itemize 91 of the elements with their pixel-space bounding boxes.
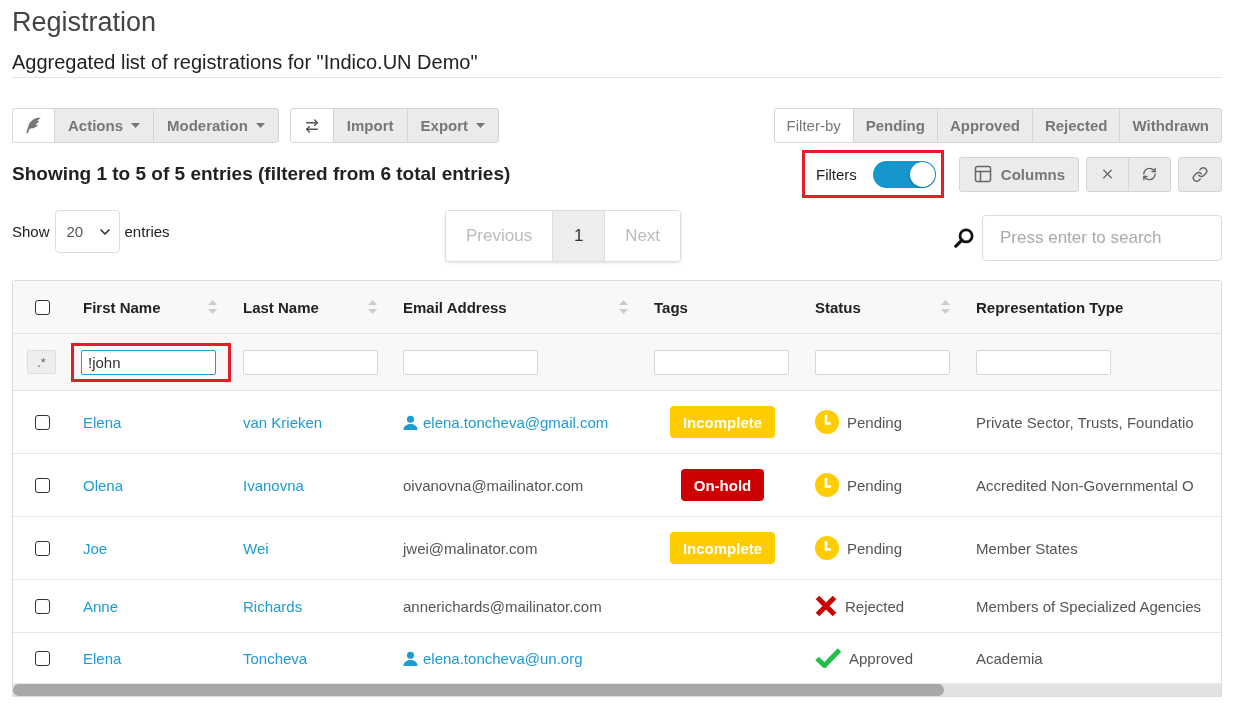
last-name-link[interactable]: Toncheva (243, 649, 308, 667)
sort-icon (368, 300, 377, 314)
feather-button[interactable] (12, 108, 55, 143)
filter-button[interactable]: Pending (852, 108, 938, 143)
column-header[interactable]: Email Address (391, 298, 642, 316)
table-cell: Private Sector, Trusts, Foundatio (976, 413, 1194, 431)
menu-button[interactable]: Moderation (153, 108, 279, 143)
checkbox[interactable] (34, 540, 50, 556)
filters-toggle[interactable] (872, 160, 936, 188)
filter-button[interactable]: Rejected (1031, 108, 1121, 143)
sort-icon (941, 300, 950, 314)
status-text: Pending (847, 476, 903, 494)
caret-icon (476, 123, 486, 128)
status-text: Pending (847, 413, 903, 431)
check-icon (815, 648, 841, 668)
caret-icon (255, 123, 265, 128)
first-name-link[interactable]: Elena (83, 649, 122, 667)
first-name-link[interactable]: Olena (83, 476, 124, 494)
checkbox[interactable] (34, 598, 50, 614)
status-text: Rejected (845, 597, 905, 615)
sort-icon (619, 300, 628, 314)
last-name-link[interactable]: Ivanovna (243, 476, 304, 494)
page-size-select[interactable]: 20 (54, 210, 120, 253)
regex-toggle-button[interactable]: .* (27, 350, 56, 374)
scrollbar-thumb[interactable] (13, 684, 944, 696)
refresh-button[interactable] (1128, 156, 1171, 192)
link-icon (1192, 164, 1208, 184)
menu-button[interactable]: Actions (54, 108, 154, 143)
table-cell: Member States (976, 539, 1078, 557)
clock-icon (815, 536, 839, 560)
filter-by-label: Filter-by (773, 108, 854, 143)
feather-icon (26, 116, 41, 135)
last-name-link[interactable]: Wei (243, 539, 269, 557)
menu-button[interactable]: Export (406, 108, 500, 143)
user-icon (403, 414, 418, 430)
last-name-link[interactable]: van Krieken (243, 413, 323, 431)
table-cell: oivanovna@mailinator.com (403, 476, 584, 494)
filter-input[interactable] (654, 349, 789, 375)
email-link[interactable]: elena.toncheva@un.org (403, 649, 583, 667)
search-icon (954, 228, 974, 248)
filter-input[interactable] (976, 349, 1111, 375)
checkbox[interactable] (34, 477, 50, 493)
filter-button[interactable]: Withdrawn (1119, 108, 1222, 143)
first-name-link[interactable]: Anne (83, 597, 119, 615)
table-cell: Academia (976, 649, 1043, 667)
caret-icon (131, 123, 140, 128)
tag-badge: Incomplete (669, 532, 776, 564)
import-export-button[interactable] (289, 108, 334, 143)
table-cell: Accredited Non-Governmental O (976, 476, 1194, 494)
tag-badge: On-hold (680, 469, 765, 501)
table-cell: annerichards@mailinator.com (403, 597, 602, 615)
link-button[interactable] (1178, 156, 1222, 192)
clock-icon (815, 410, 839, 434)
column-header: Representation Type (975, 298, 1125, 316)
email-link[interactable]: elena.toncheva@gmail.com (403, 413, 609, 431)
column-header[interactable]: First Name (71, 298, 231, 316)
page-button[interactable]: 1 (552, 211, 605, 261)
checkbox[interactable] (34, 650, 50, 666)
column-header[interactable]: Status (803, 298, 964, 316)
column-header[interactable]: Last Name (231, 298, 391, 316)
table-cell: Members of Specialized Agencies (976, 597, 1202, 615)
sort-icon (208, 300, 217, 314)
status-text: Pending (847, 539, 903, 557)
checkbox[interactable] (34, 299, 50, 315)
entries-summary: Showing 1 to 5 of 5 entries (filtered from 6 total entries) (12, 163, 511, 185)
layout-icon (972, 164, 993, 184)
column-header: Tags (653, 298, 689, 316)
status-text: Approved (849, 649, 914, 667)
filter-input[interactable] (243, 349, 378, 375)
tag-badge: Incomplete (669, 406, 776, 438)
first-name-link[interactable]: Elena (83, 413, 122, 431)
checkbox[interactable] (34, 414, 50, 430)
page-title: Registration (12, 6, 157, 38)
clock-icon (815, 473, 839, 497)
search-field[interactable]: Press enter to search (982, 215, 1222, 261)
show-label: Show (12, 223, 50, 240)
filter-input[interactable]: !john (81, 349, 216, 375)
table-cell: jwei@malinator.com (403, 539, 538, 557)
scrollbar-track[interactable] (13, 684, 1221, 696)
user-icon (403, 650, 418, 666)
last-name-link[interactable]: Richards (243, 597, 303, 615)
filter-button[interactable]: Approved (936, 108, 1033, 143)
cross-icon (815, 595, 837, 617)
entries-label: entries (124, 223, 170, 240)
filter-input[interactable] (815, 349, 950, 375)
menu-button[interactable]: Import (332, 108, 408, 143)
filters-label: Filters (816, 165, 857, 183)
page-subtitle: Aggregated list of registrations for "Indico.UN Demo" (12, 50, 478, 75)
filter-input[interactable] (403, 349, 538, 375)
first-name-link[interactable]: Joe (83, 539, 108, 557)
columns-button[interactable]: Columns (958, 156, 1079, 192)
